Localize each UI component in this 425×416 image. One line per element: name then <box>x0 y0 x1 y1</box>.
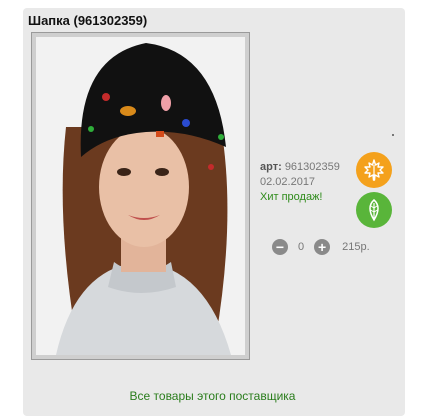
all-supplier-products-link[interactable]: Все товары этого поставщика <box>0 389 425 403</box>
decorative-dot <box>392 134 394 136</box>
product-price: 215р. <box>342 241 370 253</box>
product-date: 02.02.2017 <box>260 176 316 188</box>
bestseller-label: Хит продаж! <box>260 191 323 203</box>
article-number: арт: 961302359 <box>260 161 340 173</box>
product-title: Шапка (961302359) <box>28 13 148 28</box>
maple-leaf-icon <box>364 159 384 181</box>
increase-quantity-button[interactable]: + <box>314 239 331 255</box>
decrease-quantity-button[interactable]: − <box>272 239 288 255</box>
article-label: арт: <box>260 161 282 173</box>
article-value: 961302359 <box>284 161 340 173</box>
season-badge <box>356 152 392 188</box>
product-photo[interactable] <box>31 32 250 360</box>
eco-badge <box>356 192 392 228</box>
product-image <box>36 37 245 355</box>
quantity-stepper: − 0 + 215р. <box>272 239 370 255</box>
quantity-value: 0 <box>298 241 305 253</box>
leaf-icon <box>369 199 379 222</box>
